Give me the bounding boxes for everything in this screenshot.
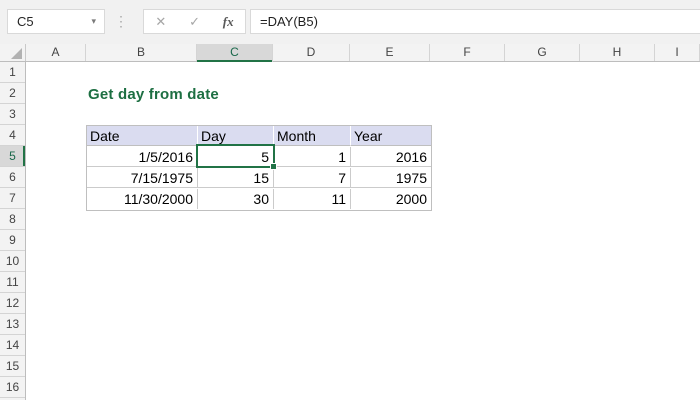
cell-b7[interactable]: 11/30/2000 <box>87 189 198 209</box>
cell-b6[interactable]: 7/15/1975 <box>87 168 198 188</box>
row-header-6[interactable]: 6 <box>0 167 25 188</box>
table-header-row: Date Day Month Year <box>87 126 431 147</box>
cell-e5[interactable]: 2016 <box>351 147 431 167</box>
select-all-button[interactable] <box>0 44 26 61</box>
formula-bar: C5 ▾ ⋮ ✕ ✓ fx =DAY(B5) <box>0 0 700 44</box>
table-row: 1/5/2016 5 1 2016 <box>87 147 431 168</box>
column-header-e[interactable]: E <box>350 44 430 61</box>
column-headers: A B C D E F G H I <box>0 44 700 62</box>
formula-bar-grip-icon[interactable]: ⋮ <box>114 9 128 34</box>
column-header-a[interactable]: A <box>26 44 86 61</box>
cancel-icon[interactable]: ✕ <box>155 14 166 30</box>
spreadsheet-app: C5 ▾ ⋮ ✕ ✓ fx =DAY(B5) A B C D E F G H I… <box>0 0 700 400</box>
cell-d6[interactable]: 7 <box>274 168 351 188</box>
cell-c6[interactable]: 15 <box>198 168 274 188</box>
header-cell-day[interactable]: Day <box>198 126 274 146</box>
row-header-2[interactable]: 2 <box>0 83 25 104</box>
row-header-15[interactable]: 15 <box>0 356 25 377</box>
column-header-b[interactable]: B <box>86 44 197 61</box>
formula-input[interactable]: =DAY(B5) <box>250 9 700 34</box>
name-box[interactable]: C5 ▾ <box>7 9 105 34</box>
row-header-8[interactable]: 8 <box>0 209 25 230</box>
table-row: 7/15/1975 15 7 1975 <box>87 168 431 189</box>
header-cell-month[interactable]: Month <box>274 126 351 146</box>
row-header-1[interactable]: 1 <box>0 62 25 83</box>
cell-e6[interactable]: 1975 <box>351 168 431 188</box>
column-header-c[interactable]: C <box>197 44 273 62</box>
row-header-16[interactable]: 16 <box>0 377 25 398</box>
row-headers: 1 2 3 4 5 6 7 8 9 10 11 12 13 14 15 16 <box>0 62 26 400</box>
column-header-f[interactable]: F <box>430 44 505 61</box>
cell-c7[interactable]: 30 <box>198 189 274 209</box>
column-header-d[interactable]: D <box>273 44 350 61</box>
row-header-10[interactable]: 10 <box>0 251 25 272</box>
data-table: Date Day Month Year 1/5/2016 5 1 2016 7/… <box>86 125 432 211</box>
cell-reference[interactable]: C5 <box>8 14 91 29</box>
row-header-4[interactable]: 4 <box>0 125 25 146</box>
table-row: 11/30/2000 30 11 2000 <box>87 189 431 210</box>
cell-c5-selected[interactable]: 5 <box>198 147 274 167</box>
cell-e7[interactable]: 2000 <box>351 189 431 209</box>
fill-handle[interactable] <box>270 163 277 170</box>
row-header-13[interactable]: 13 <box>0 314 25 335</box>
cell-d5[interactable]: 1 <box>274 147 351 167</box>
enter-icon[interactable]: ✓ <box>189 14 200 30</box>
row-header-9[interactable]: 9 <box>0 230 25 251</box>
select-all-triangle-icon <box>11 48 22 59</box>
formula-buttons: ✕ ✓ fx <box>143 9 246 34</box>
row-header-5[interactable]: 5 <box>0 146 25 167</box>
row-header-3[interactable]: 3 <box>0 104 25 125</box>
row-header-12[interactable]: 12 <box>0 293 25 314</box>
column-header-h[interactable]: H <box>580 44 655 61</box>
cell-b5[interactable]: 1/5/2016 <box>87 147 198 167</box>
formula-text[interactable]: =DAY(B5) <box>251 14 318 29</box>
cell-d7[interactable]: 11 <box>274 189 351 209</box>
chevron-down-icon[interactable]: ▾ <box>91 16 104 27</box>
row-header-14[interactable]: 14 <box>0 335 25 356</box>
sheet-title[interactable]: Get day from date <box>88 86 219 103</box>
header-cell-date[interactable]: Date <box>87 126 198 146</box>
header-cell-year[interactable]: Year <box>351 126 431 146</box>
insert-function-icon[interactable]: fx <box>223 14 234 30</box>
column-header-i[interactable]: I <box>655 44 700 61</box>
column-header-g[interactable]: G <box>505 44 580 61</box>
row-header-11[interactable]: 11 <box>0 272 25 293</box>
row-header-7[interactable]: 7 <box>0 188 25 209</box>
